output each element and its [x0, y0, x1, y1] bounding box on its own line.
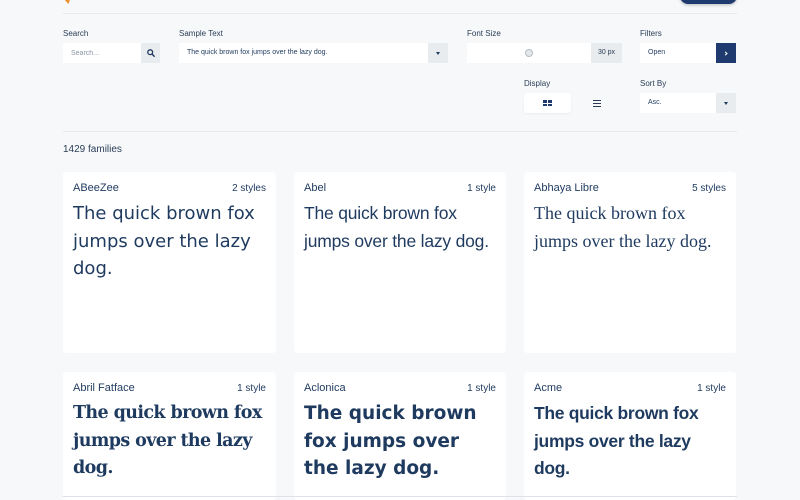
- search-button[interactable]: [141, 43, 160, 63]
- sort-by-dropdown-button[interactable]: [716, 93, 736, 113]
- font-card[interactable]: ABeeZee 2 styles The quick brown fox jum…: [63, 172, 276, 353]
- font-card-name: Abel: [304, 182, 327, 194]
- filters-divider: [63, 131, 737, 132]
- font-size-slider-thumb[interactable]: [525, 49, 533, 57]
- font-card-sample: The quick brown fox jumps over the lazy …: [304, 203, 489, 251]
- scroll-edge-divider: [63, 496, 737, 497]
- chevron-right-icon: [723, 50, 728, 56]
- display-list-button[interactable]: [587, 93, 607, 113]
- grid-view-icon: [543, 100, 552, 106]
- font-card-styles-count: 5 styles: [692, 183, 726, 194]
- filters-state[interactable]: Open: [640, 43, 716, 63]
- font-card-styles-count: 1 style: [697, 383, 726, 394]
- display-grid-button[interactable]: [524, 93, 571, 113]
- font-card[interactable]: Aclonica 1 style The quick brown fox jum…: [294, 372, 506, 500]
- font-card[interactable]: Abhaya Libre 5 styles The quick brown fo…: [524, 172, 736, 353]
- font-size-slider[interactable]: [467, 43, 591, 63]
- list-view-icon: [593, 99, 601, 107]
- caret-down-icon: [436, 51, 440, 55]
- font-size-label: Font Size: [467, 29, 501, 38]
- top-bar: [0, 0, 800, 14]
- header-divider: [63, 13, 737, 14]
- font-card-sample: The quick brown fox jumps over the lazy …: [73, 403, 262, 478]
- search-label: Search: [63, 29, 89, 38]
- search-icon: [146, 49, 155, 57]
- font-card-styles-count: 2 styles: [232, 183, 266, 194]
- sort-by-select[interactable]: Asc.: [640, 93, 716, 113]
- font-card-sample: The quick brown fox jumps over the lazy …: [304, 403, 477, 479]
- top-action-button[interactable]: [680, 0, 737, 4]
- sample-text-select[interactable]: The quick brown fox jumps over the lazy …: [179, 43, 428, 63]
- font-card-styles-count: 1 style: [237, 383, 266, 394]
- font-card-name: Abhaya Libre: [534, 182, 599, 194]
- font-card-sample: The quick brown fox jumps over the lazy …: [534, 203, 712, 251]
- sort-by-label: Sort By: [640, 79, 667, 88]
- sample-text-label: Sample Text: [179, 29, 223, 38]
- font-card-name: ABeeZee: [73, 182, 119, 194]
- logo[interactable]: [63, 0, 77, 6]
- font-card-name: Abril Fatface: [73, 382, 135, 394]
- font-card[interactable]: Acme 1 style The quick brown fox jumps o…: [524, 372, 736, 500]
- font-logo-icon: [63, 0, 72, 4]
- sample-text-dropdown-button[interactable]: [428, 43, 448, 63]
- font-size-value: 30 px: [591, 43, 622, 63]
- caret-down-icon: [724, 101, 728, 105]
- filters-open-button[interactable]: [716, 43, 736, 63]
- font-card-name: Acme: [534, 382, 563, 394]
- search-input[interactable]: [63, 43, 141, 63]
- font-card-styles-count: 1 style: [467, 383, 496, 394]
- font-card-styles-count: 1 style: [467, 183, 496, 194]
- filters-label: Filters: [640, 29, 662, 38]
- font-card-sample: The quick brown fox jumps over the lazy …: [534, 403, 699, 478]
- font-browser-page: Search Sample Text The quick brown fox j…: [0, 0, 800, 500]
- family-count: 1429 families: [63, 144, 122, 155]
- font-card-name: Aclonica: [304, 382, 346, 394]
- font-card-sample: The quick brown fox jumps over the lazy …: [73, 203, 255, 279]
- display-label: Display: [524, 79, 551, 88]
- font-card[interactable]: Abril Fatface 1 style The quick brown fo…: [63, 372, 276, 500]
- font-card[interactable]: Abel 1 style The quick brown fox jumps o…: [294, 172, 506, 353]
